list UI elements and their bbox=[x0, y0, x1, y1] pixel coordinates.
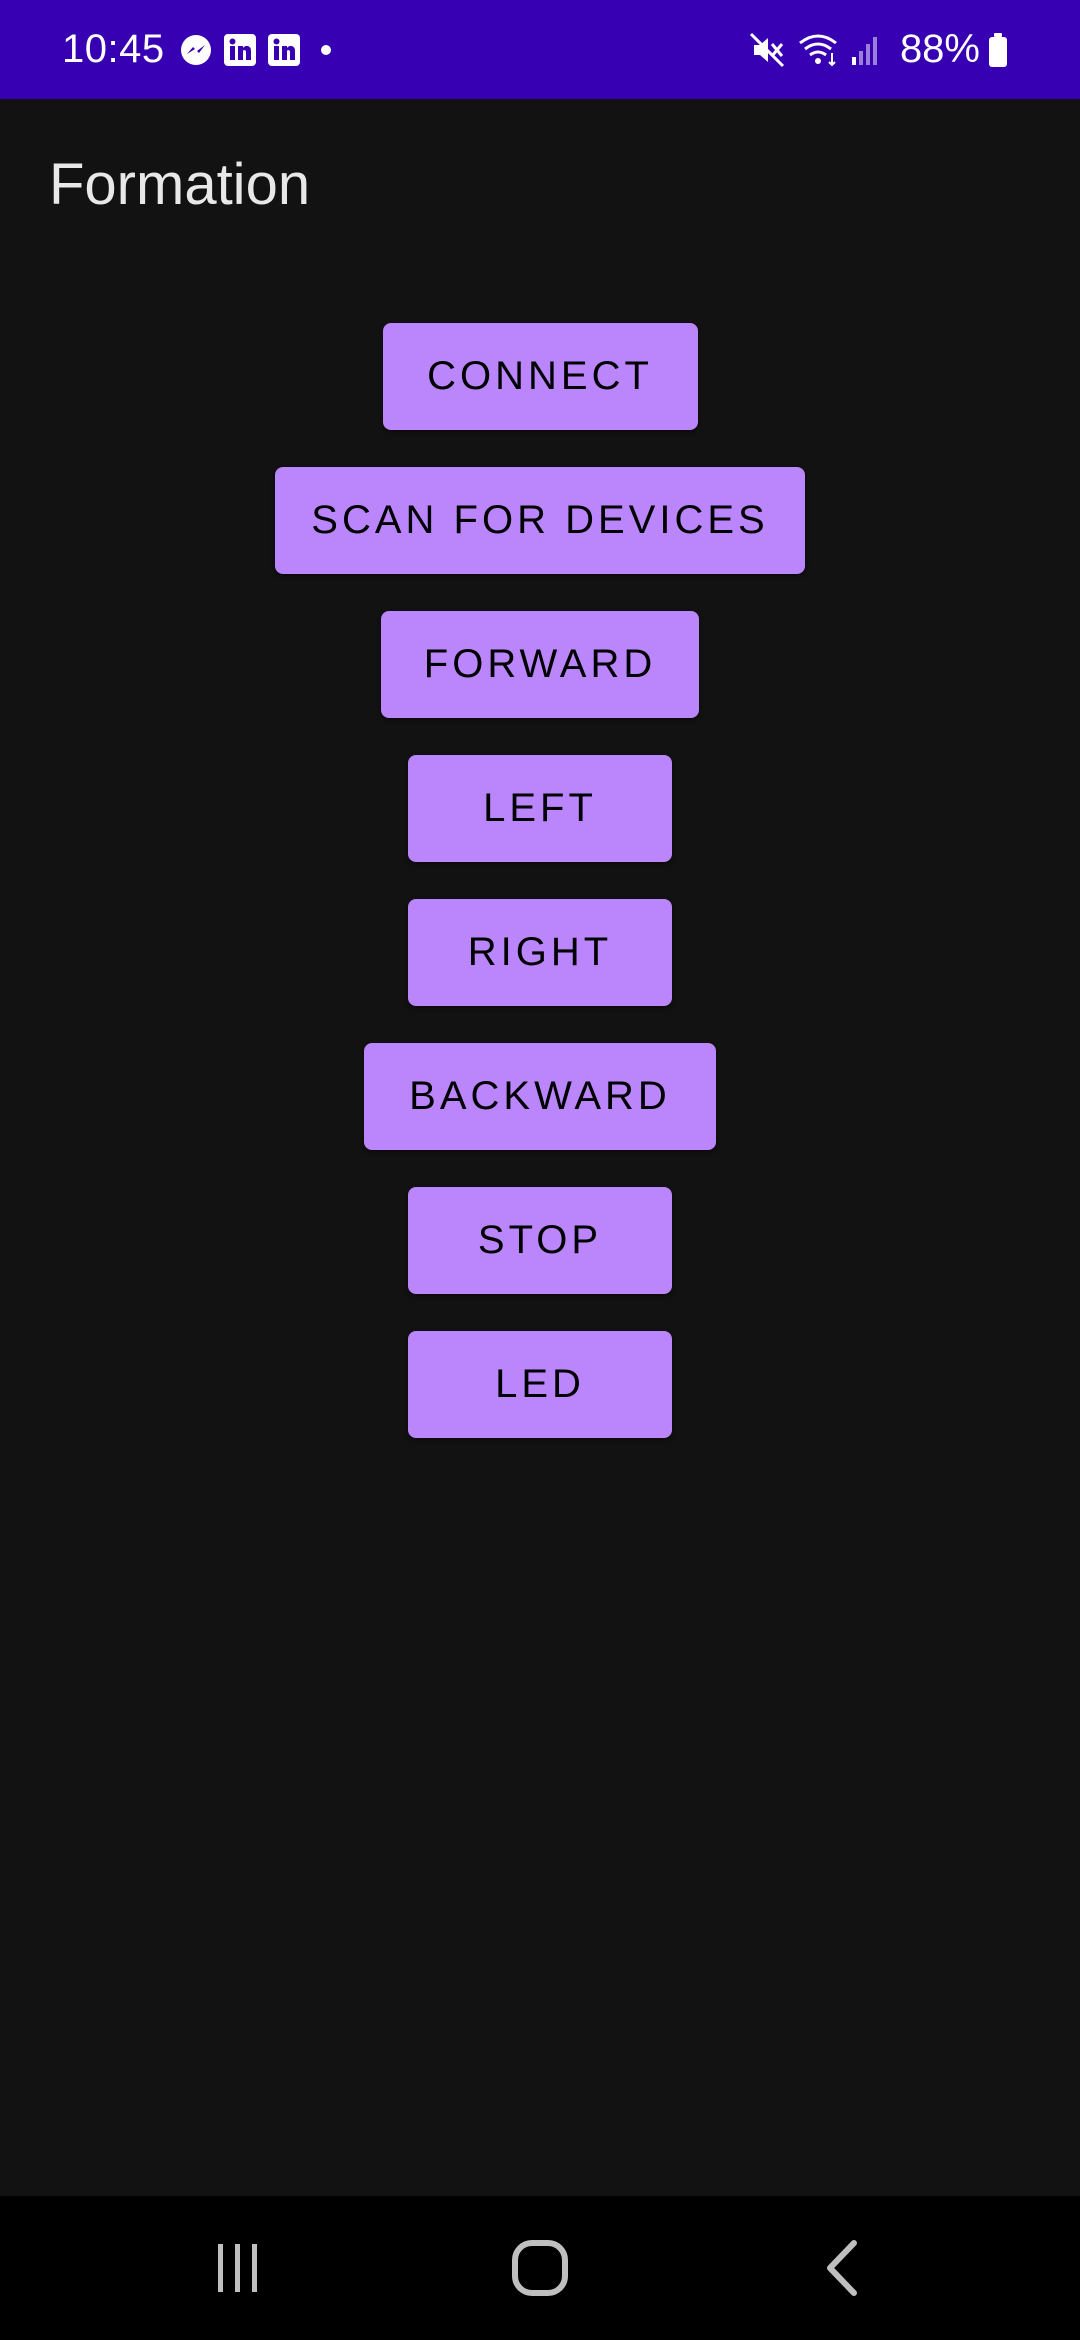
stop-button[interactable]: STOP bbox=[408, 1187, 672, 1294]
status-bar: 10:45 88% bbox=[0, 0, 1080, 99]
linkedin-icon bbox=[223, 33, 257, 67]
status-right: 88% bbox=[748, 0, 1018, 99]
home-button[interactable] bbox=[480, 2196, 600, 2340]
page-title: Formation bbox=[49, 152, 311, 217]
app-bar: Formation bbox=[0, 99, 1080, 272]
messenger-icon bbox=[179, 33, 213, 67]
home-icon bbox=[512, 2240, 568, 2296]
status-left: 10:45 bbox=[62, 0, 343, 99]
back-icon bbox=[827, 2240, 857, 2296]
led-button[interactable]: LED bbox=[408, 1331, 672, 1438]
battery-icon bbox=[988, 32, 1008, 68]
navigation-bar bbox=[0, 2196, 1080, 2340]
status-time: 10:45 bbox=[62, 27, 165, 71]
scan-for-devices-button[interactable]: SCAN FOR DEVICES bbox=[275, 467, 805, 574]
signal-icon bbox=[850, 33, 880, 67]
right-button[interactable]: RIGHT bbox=[408, 899, 672, 1006]
linkedin-icon bbox=[267, 33, 301, 67]
recent-apps-button[interactable] bbox=[178, 2196, 298, 2340]
left-button[interactable]: LEFT bbox=[408, 755, 672, 862]
notification-dot-icon bbox=[319, 43, 333, 57]
connect-button[interactable]: CONNECT bbox=[382, 323, 698, 430]
wifi-icon bbox=[796, 31, 840, 69]
recent-apps-icon bbox=[218, 2244, 257, 2292]
back-button[interactable] bbox=[782, 2196, 902, 2340]
mute-icon bbox=[748, 31, 786, 69]
battery-percent: 88% bbox=[899, 27, 980, 71]
backward-button[interactable]: BACKWARD bbox=[364, 1043, 716, 1150]
forward-button[interactable]: FORWARD bbox=[381, 611, 699, 718]
control-buttons: CONNECT SCAN FOR DEVICES FORWARD LEFT RI… bbox=[0, 323, 1080, 1475]
